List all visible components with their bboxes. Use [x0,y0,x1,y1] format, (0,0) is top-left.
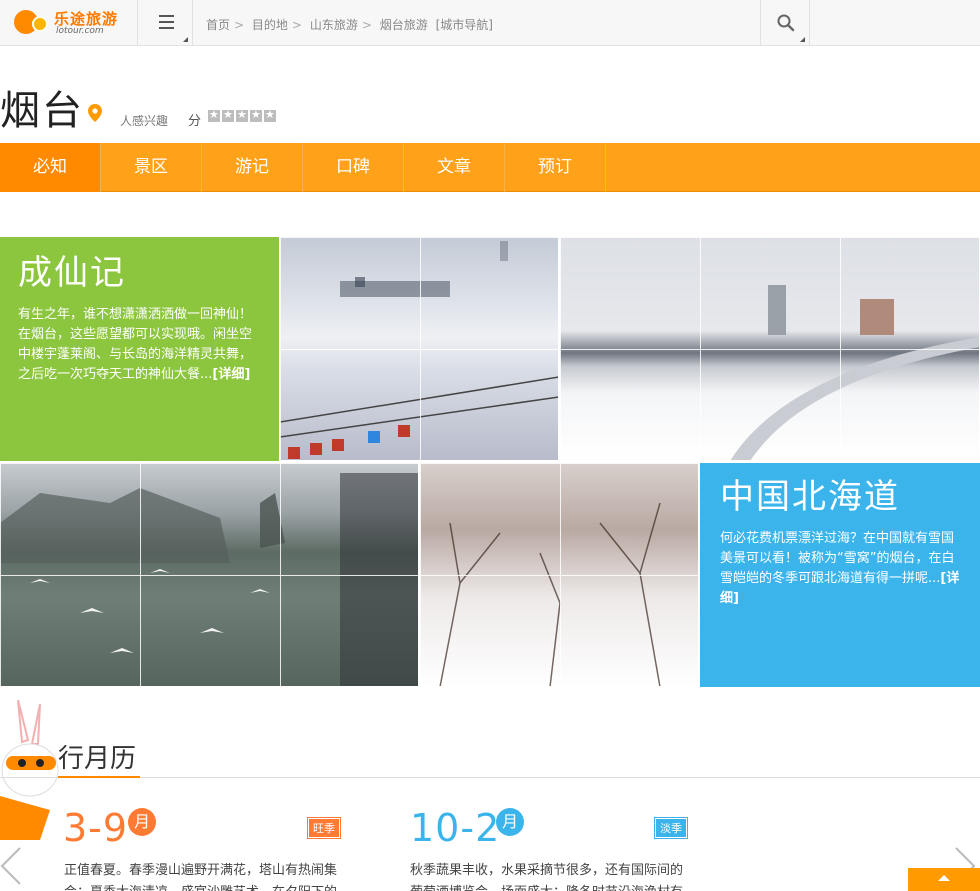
hamburger-icon [159,15,174,29]
top-bar: 乐途旅游 lotour.com 首页 > 目的地 > 山东旅游 > 烟台旅游 [城市导… [0,0,980,46]
prev-arrow-icon[interactable] [0,846,22,886]
star-icon [250,108,262,122]
page-title: 烟台 [0,88,84,134]
logo-domain: lotour.com [56,26,104,36]
star-icon [236,108,248,122]
tab-essentials[interactable]: 必知 [0,143,101,192]
tab-booking[interactable]: 预订 [505,143,606,192]
star-icon [264,108,276,122]
feature-title: 中国北海道 [720,477,900,517]
breadcrumb-separator: > [361,18,372,32]
breadcrumb-item-yantai[interactable]: 烟台旅游 [380,18,428,32]
score-label: 分 [188,114,202,129]
season-badge-low: 淡季 [654,817,688,839]
month-badge: 月 [496,808,524,836]
nav-tabs: 必知 景区 游记 口碑 文章 预订 [0,143,980,192]
photo-penglai-fog[interactable] [280,237,559,461]
logo-circle-icon-small [32,16,48,32]
breadcrumb-item-city-nav[interactable]: [城市导航] [436,18,493,32]
season-range-low: 10-2 [410,806,501,850]
calendar-title-underline [58,776,140,778]
star-icon [222,108,234,122]
corner-triangle-icon [183,37,188,42]
calendar-title: 行月历 [58,744,137,774]
divider [0,777,980,778]
search-icon [777,14,795,32]
season-description-low: 秋季蔬果丰收，水果采摘节很多，还有国际间的葡萄酒博览会，场面盛大；隆冬时节沿海渔… [410,863,684,891]
menu-button[interactable] [137,0,193,46]
breadcrumb-separator: > [291,18,302,32]
breadcrumb-item-home[interactable]: 首页 [206,18,230,32]
search-button[interactable] [760,0,810,46]
season-badge-peak: 旺季 [307,817,341,839]
breadcrumb-item-destinations[interactable]: 目的地 [252,18,288,32]
tab-articles[interactable]: 文章 [404,143,505,192]
breadcrumb: 首页 > 目的地 > 山东旅游 > 烟台旅游 [城市导航] [206,16,497,33]
feature-card-immortal[interactable]: 成仙记 有生之年，谁不想潇潇洒洒做一回神仙！在烟台，这些愿望都可以实现哦。闲坐空… [0,237,279,461]
rating-stars [208,108,278,124]
interest-count: 人感兴趣 [120,114,169,128]
feature-title: 成仙记 [18,253,126,293]
season-range-peak: 3-9 [63,806,129,850]
season-description-peak: 正值春夏。春季漫山遍野开满花，塔山有热闹集会；夏季大海清凉，盛宴沙雕艺术，在夕阳… [64,863,338,891]
lotour-logo[interactable]: 乐途旅游 lotour.com [12,8,122,38]
breadcrumb-separator: > [234,18,245,32]
star-icon [208,108,220,122]
month-badge: 月 [128,808,156,836]
location-pin-icon [88,104,102,122]
feature-description: 何必花费机票漂洋过海？在中国就有雪国美景可以看！被称为“雪窝”的烟台，在白雪皑皑… [720,531,960,606]
corner-triangle-icon [800,37,805,42]
tab-reviews[interactable]: 口碑 [303,143,404,192]
back-to-top-button[interactable] [908,868,980,891]
photo-snowy-coast[interactable] [560,237,980,461]
tab-attractions[interactable]: 景区 [101,143,202,192]
breadcrumb-item-shandong[interactable]: 山东旅游 [310,18,358,32]
feature-card-hokkaido[interactable]: 中国北海道 何必花费机票漂洋过海？在中国就有雪国美景可以看！被称为“雪窝”的烟台… [700,463,980,687]
photo-seagulls[interactable] [0,463,419,687]
photo-snowy-trees[interactable] [420,463,699,687]
feature-detail-link[interactable]: [详细] [212,367,250,382]
tab-travelogues[interactable]: 游记 [202,143,303,192]
feature-description: 有生之年，谁不想潇潇洒洒做一回神仙！在烟台，这些愿望都可以实现哦。闲坐空中楼宇蓬… [18,307,253,382]
